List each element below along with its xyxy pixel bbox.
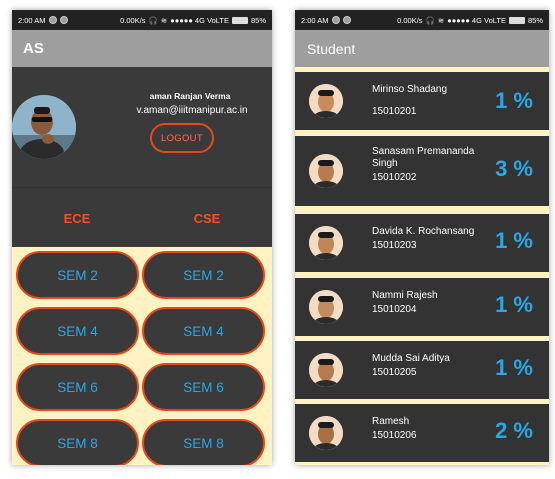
headphone-icon: 🎧 [425, 15, 435, 25]
branch-cse-button[interactable]: CSE [157, 211, 257, 226]
sem-button-cse-2[interactable]: SEM 2 [142, 251, 265, 299]
student-roll: 15010203 [372, 240, 417, 251]
student-roll: 15010206 [372, 430, 417, 441]
student-avatar [309, 154, 343, 188]
student-card[interactable]: Mirinso Shadang 15010201 1 % [295, 72, 549, 130]
student-avatar [309, 416, 343, 450]
sem-button-cse-4[interactable]: SEM 4 [142, 307, 265, 355]
network-status: ●●●●● 4G VoLTE [170, 15, 229, 25]
student-name: Mirinso Shadang [372, 84, 448, 95]
logout-button[interactable]: LOGOUT [150, 123, 214, 153]
status-bar: 2:00 AM 0.00K/s 🎧 ≋ ●●●●● 4G VoLTE 85% [295, 10, 549, 30]
battery-icon [508, 16, 525, 24]
student-name: Davida K. Rochansang [372, 226, 475, 237]
attendance-percent: 1 % [495, 355, 533, 380]
network-status: ●●●●● 4G VoLTE [447, 15, 506, 25]
sem-button-ece-2[interactable]: SEM 2 [16, 251, 139, 299]
sem-button-cse-6[interactable]: SEM 6 [142, 363, 265, 411]
app-notification-icon [48, 16, 57, 24]
student-list: Mirinso Shadang 15010201 1 % Sanasam Pre… [295, 67, 549, 465]
app-notification-icon [59, 16, 68, 24]
app-bar: AS [12, 30, 272, 67]
attendance-percent: 2 % [495, 418, 533, 443]
semester-grid: SEM 2 SEM 2 SEM 4 SEM 4 SEM 6 SEM 6 SEM … [12, 247, 272, 465]
sem-button-ece-6[interactable]: SEM 6 [16, 363, 139, 411]
app-notification-icon [342, 16, 351, 24]
status-time: 2:00 AM [301, 15, 329, 25]
student-card[interactable]: Davida K. Rochansang 15010203 1 % [295, 214, 549, 272]
student-roll: 15010202 [372, 172, 417, 183]
profile-name: aman Ranjan Verma [149, 91, 231, 101]
network-speed: 0.00K/s [397, 15, 423, 25]
status-time: 2:00 AM [18, 15, 46, 25]
branch-ece-button[interactable]: ECE [27, 211, 127, 226]
student-card[interactable]: Ramesh 15010206 2 % [295, 404, 549, 462]
battery-percent: 85% [527, 15, 543, 25]
profile-section: aman Ranjan Verma v.aman@iiitmanipur.ac.… [12, 67, 272, 187]
app-bar: Student [295, 30, 549, 67]
profile-avatar [12, 95, 76, 159]
headphone-icon: 🎧 [148, 15, 158, 25]
app-title: AS [23, 40, 44, 57]
attendance-percent: 1 % [495, 292, 533, 317]
student-avatar [309, 84, 343, 118]
student-avatar [309, 290, 343, 324]
student-avatar [309, 226, 343, 260]
student-roll: 15010204 [372, 304, 417, 315]
left-phone-screen: 2:00 AM 0.00K/s 🎧 ≋ ●●●●● 4G VoLTE 85% A… [12, 10, 272, 465]
student-card[interactable]: Sanasam Premananda Singh 15010202 3 % [295, 136, 549, 206]
wifi-icon: ≋ [437, 15, 445, 25]
right-phone-screen: 2:00 AM 0.00K/s 🎧 ≋ ●●●●● 4G VoLTE 85% S… [295, 10, 549, 465]
sem-button-ece-8[interactable]: SEM 8 [16, 419, 139, 465]
sem-button-cse-8[interactable]: SEM 8 [142, 419, 265, 465]
attendance-percent: 1 % [495, 88, 533, 113]
student-name: Sanasam Premananda Singh [372, 146, 475, 169]
student-avatar [309, 353, 343, 387]
student-name: Mudda Sai Aditya [372, 353, 450, 364]
wifi-icon: ≋ [160, 15, 168, 25]
network-speed: 0.00K/s [120, 15, 146, 25]
profile-email: v.aman@iiitmanipur.ac.in [136, 105, 248, 116]
student-roll: 15010201 [372, 106, 417, 117]
app-title: Student [307, 40, 356, 57]
app-notification-icon [331, 16, 340, 24]
student-roll: 15010205 [372, 367, 417, 378]
student-card[interactable]: Nammi Rajesh 15010204 1 % [295, 278, 549, 336]
battery-percent: 85% [250, 15, 266, 25]
status-bar: 2:00 AM 0.00K/s 🎧 ≋ ●●●●● 4G VoLTE 85% [12, 10, 272, 30]
battery-icon [231, 16, 248, 24]
student-card[interactable]: Mudda Sai Aditya 15010205 1 % [295, 341, 549, 399]
sem-button-ece-4[interactable]: SEM 4 [16, 307, 139, 355]
student-name: Nammi Rajesh [372, 290, 438, 301]
attendance-percent: 3 % [495, 156, 533, 181]
branch-tabs: ECE CSE [12, 187, 272, 248]
student-name: Ramesh [372, 416, 410, 427]
attendance-percent: 1 % [495, 228, 533, 253]
